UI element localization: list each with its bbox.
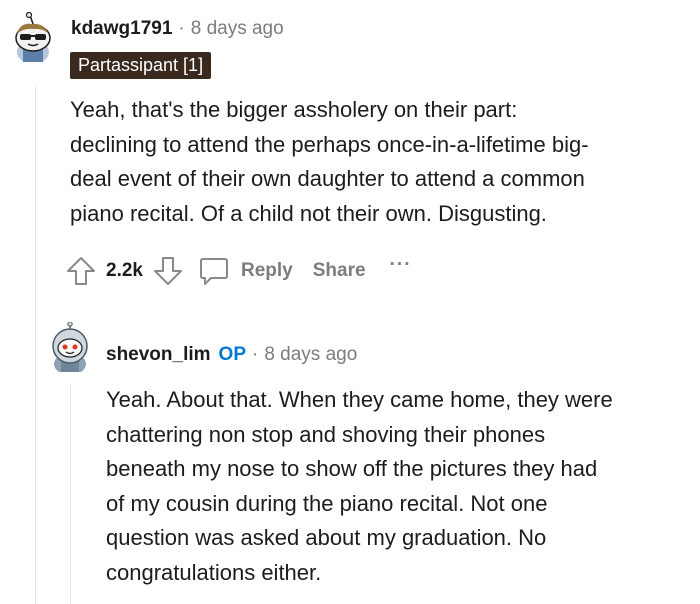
op-badge: OP: [218, 344, 246, 365]
comment-thread-line[interactable]: [35, 86, 36, 604]
reply-body: Yeah. About that. When they came home, t…: [106, 383, 613, 590]
upvote-arrow-icon[interactable]: [64, 254, 98, 288]
meta-separator: ·: [252, 344, 259, 365]
snoo-astronaut-avatar-icon: [52, 322, 88, 372]
user-flair: Partassipant [1]: [70, 52, 212, 79]
comment-body-line: Yeah, that's the bigger assholery on the…: [70, 97, 518, 122]
user-avatar-kdawg1791[interactable]: [8, 12, 58, 62]
comment-timestamp[interactable]: 8 days ago: [191, 18, 284, 40]
reply-button[interactable]: Reply: [197, 254, 293, 288]
reply-body-line: chattering non stop and shoving their ph…: [106, 421, 546, 447]
reply-label: Reply: [240, 260, 293, 281]
reply-body-line: Yeah. About that. When they came home, t…: [106, 387, 613, 412]
meta-separator: ·: [178, 18, 185, 39]
reply-body-line: of my cousin during the piano recital. N…: [106, 490, 548, 516]
comment-body: Yeah, that's the bigger assholery on the…: [70, 93, 589, 231]
reply-body-line: congratulations either.: [106, 559, 322, 585]
reply-header: shevon_lim OP · 8 days ago: [106, 344, 357, 366]
reply-timestamp[interactable]: 8 days ago: [264, 344, 357, 366]
reply-username[interactable]: shevon_lim: [106, 344, 211, 366]
comment-action-bar: 2.2k Reply Share ···: [64, 254, 412, 288]
comment-body-line: declining to attend the perhaps once-in-…: [70, 131, 589, 157]
share-button[interactable]: Share: [313, 260, 366, 282]
comment-username[interactable]: kdawg1791: [71, 18, 172, 40]
snoo-sunglasses-avatar-icon: [15, 12, 51, 62]
downvote-arrow-icon[interactable]: [151, 254, 185, 288]
reply-body-line: question was asked about my graduation. …: [106, 525, 547, 550]
reply-thread-line[interactable]: [70, 385, 71, 604]
reply-body-line: beneath my nose to show off the pictures…: [106, 456, 598, 481]
vote-count: 2.2k: [106, 260, 143, 281]
comment-header: kdawg1791 · 8 days ago: [71, 18, 284, 40]
user-avatar-shevon_lim[interactable]: [45, 322, 95, 372]
more-options-icon[interactable]: ···: [390, 254, 412, 276]
speech-bubble-icon: [197, 254, 231, 288]
comment-body-line: deal event of their own daughter to atte…: [70, 166, 585, 191]
comment-body-line: piano recital. Of a child not their own.…: [70, 200, 547, 226]
